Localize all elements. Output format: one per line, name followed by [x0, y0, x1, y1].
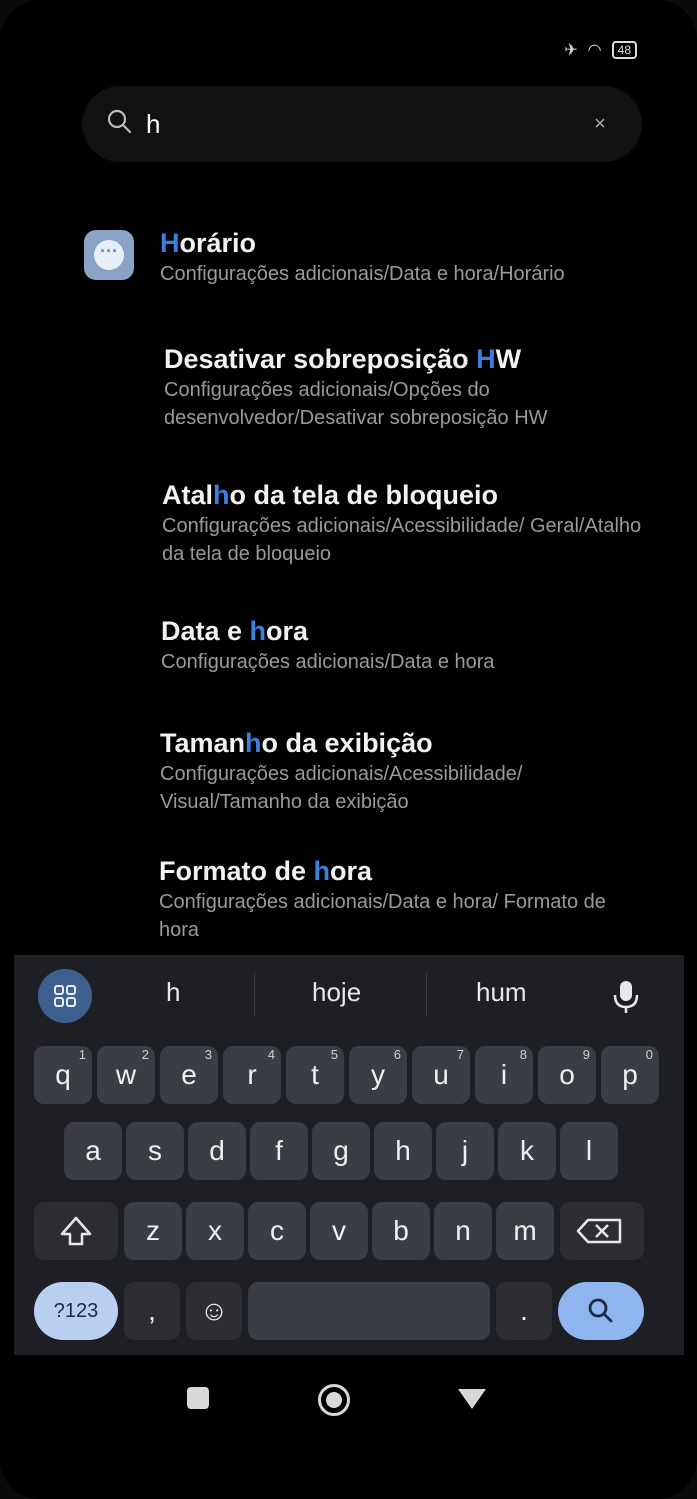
- key-w[interactable]: w2: [97, 1046, 155, 1104]
- emoji-icon: ☺: [199, 1295, 229, 1326]
- recents-button[interactable]: [187, 1387, 209, 1409]
- key-q[interactable]: q1: [34, 1046, 92, 1104]
- result-item-tamanho-exibicao[interactable]: Tamanho da exibição Configurações adicio…: [160, 726, 650, 816]
- period-key[interactable]: .: [496, 1282, 552, 1340]
- result-title: Tamanho da exibição: [160, 728, 433, 758]
- key-o[interactable]: o9: [538, 1046, 596, 1104]
- phone-screen: ✈ ◠ 48 × ··· Horário Configurações adici…: [0, 0, 697, 1499]
- space-key[interactable]: [248, 1282, 490, 1340]
- key-y[interactable]: y6: [349, 1046, 407, 1104]
- back-button[interactable]: [458, 1389, 486, 1409]
- key-t[interactable]: t5: [286, 1046, 344, 1104]
- airplane-icon: ✈: [564, 42, 578, 59]
- key-b[interactable]: b: [372, 1202, 430, 1260]
- key-z[interactable]: z: [124, 1202, 182, 1260]
- key-g[interactable]: g: [312, 1122, 370, 1180]
- divider: [426, 973, 427, 1017]
- result-item-atalho-tela-bloqueio[interactable]: Atalho da tela de bloqueio Configurações…: [162, 478, 652, 568]
- status-icons: ✈ ◠ 48: [564, 40, 637, 60]
- result-item-horario[interactable]: Horário Configurações adicionais/Data e …: [160, 226, 650, 288]
- key-u[interactable]: u7: [412, 1046, 470, 1104]
- result-item-desativar-sobreposicao[interactable]: Desativar sobreposição HW Configurações …: [164, 342, 654, 432]
- suggestion-word[interactable]: hum: [476, 977, 527, 1008]
- result-title: Atalho da tela de bloqueio: [162, 480, 499, 510]
- key-m[interactable]: m: [496, 1202, 554, 1260]
- key-d[interactable]: d: [188, 1122, 246, 1180]
- search-input[interactable]: [146, 104, 566, 144]
- symbols-key[interactable]: ?123: [34, 1282, 118, 1340]
- result-path: Configurações adicionais/Data e hora/Hor…: [160, 263, 565, 285]
- home-button[interactable]: [318, 1384, 350, 1416]
- suggestion-word[interactable]: hoje: [312, 977, 361, 1008]
- result-title: Formato de hora: [159, 856, 373, 886]
- microphone-icon[interactable]: [604, 971, 648, 1021]
- key-l[interactable]: l: [560, 1122, 618, 1180]
- result-path: Configurações adicionais/Data e hora/ Fo…: [159, 891, 606, 941]
- key-x[interactable]: x: [186, 1202, 244, 1260]
- key-k[interactable]: k: [498, 1122, 556, 1180]
- result-path: Configurações adicionais/Acessibilidade/…: [160, 763, 523, 813]
- key-n[interactable]: n: [434, 1202, 492, 1260]
- shift-icon: [60, 1216, 92, 1246]
- backspace-key[interactable]: [560, 1202, 644, 1260]
- result-title: Data e hora: [161, 616, 309, 646]
- grid-icon: [54, 985, 76, 1007]
- apps-grid-button[interactable]: [38, 969, 92, 1023]
- key-a[interactable]: a: [64, 1122, 122, 1180]
- key-e[interactable]: e3: [160, 1046, 218, 1104]
- key-f[interactable]: f: [250, 1122, 308, 1180]
- settings-app-icon: ···: [84, 230, 134, 280]
- navigation-bar: [0, 1360, 697, 1440]
- key-r[interactable]: r4: [223, 1046, 281, 1104]
- key-v[interactable]: v: [310, 1202, 368, 1260]
- key-p[interactable]: p0: [601, 1046, 659, 1104]
- result-path: Configurações adicionais/Data e hora: [161, 651, 495, 673]
- status-bar: ✈ ◠ 48: [60, 36, 657, 66]
- result-item-formato-de-hora[interactable]: Formato de hora Configurações adicionais…: [159, 854, 649, 944]
- shift-key[interactable]: [34, 1202, 118, 1260]
- search-icon: [588, 1298, 613, 1323]
- key-c[interactable]: c: [248, 1202, 306, 1260]
- battery-indicator: 48: [611, 41, 637, 59]
- wifi-icon: ◠: [587, 42, 602, 59]
- key-i[interactable]: i8: [475, 1046, 533, 1104]
- search-action-key[interactable]: [558, 1282, 644, 1340]
- result-path: Configurações adicionais/Opções do desen…: [164, 379, 548, 429]
- key-s[interactable]: s: [126, 1122, 184, 1180]
- backspace-icon: [576, 1218, 622, 1244]
- result-item-data-e-hora[interactable]: Data e hora Configurações adicionais/Dat…: [161, 614, 651, 676]
- result-title: Horário: [160, 228, 257, 258]
- search-field[interactable]: ×: [82, 86, 642, 162]
- emoji-key[interactable]: ☺: [186, 1282, 242, 1340]
- key-j[interactable]: j: [436, 1122, 494, 1180]
- suggestion-word[interactable]: h: [166, 977, 180, 1008]
- result-title: Desativar sobreposição HW: [164, 344, 522, 374]
- comma-key[interactable]: ,: [124, 1282, 180, 1340]
- key-h[interactable]: h: [374, 1122, 432, 1180]
- divider: [254, 973, 255, 1017]
- search-icon: [107, 109, 132, 134]
- suggestion-strip: h hoje hum: [14, 955, 684, 1035]
- result-path: Configurações adicionais/Acessibilidade/…: [162, 515, 642, 565]
- more-icon: ···: [94, 240, 124, 270]
- clear-icon[interactable]: ×: [588, 112, 612, 136]
